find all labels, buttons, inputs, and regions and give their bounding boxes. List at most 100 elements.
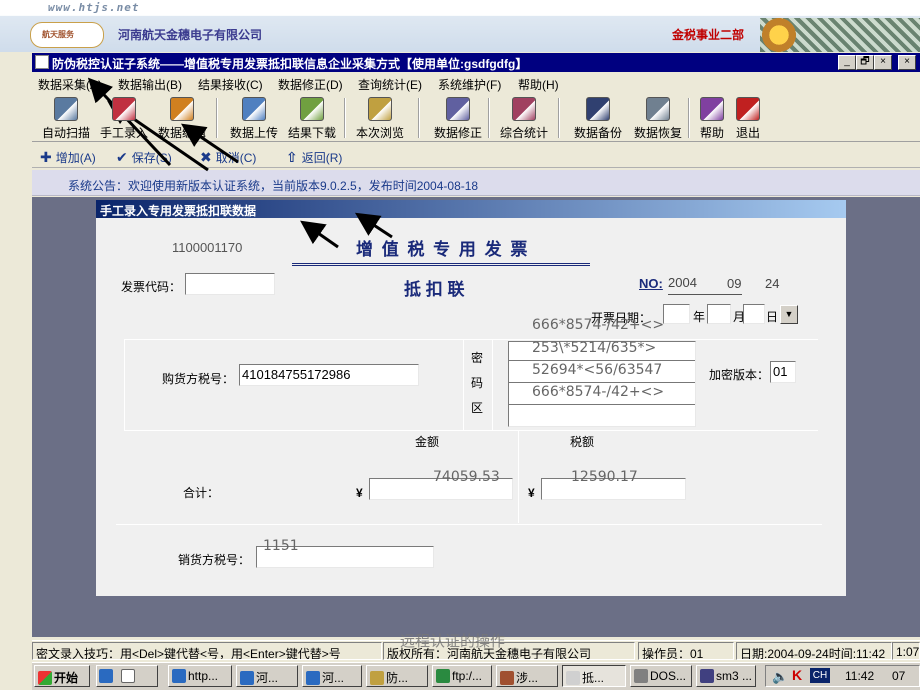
section-divider xyxy=(124,339,125,431)
correct-data-icon xyxy=(446,97,470,121)
cipher-line: 52694*<56/63547 xyxy=(532,362,663,378)
taskbar-task[interactable]: 抵... xyxy=(562,665,626,687)
exit-icon xyxy=(736,97,760,121)
taskbar-task[interactable]: 河... xyxy=(302,665,362,687)
cross-icon: ✖ xyxy=(200,149,212,165)
window-title: 防伪税控认证子系统——增值税专用发票抵扣联信息企业采集方式【使用单位:gsdfg… xyxy=(32,53,920,72)
status-tip: 密文录入技巧：用<Del>键代替<号，用<Enter>键代替>号 xyxy=(32,642,382,660)
taskbar-task[interactable]: 防... xyxy=(366,665,428,687)
desktop-icon[interactable] xyxy=(121,669,135,683)
status-datetime: 日期:2004-09-24时间:11:42 xyxy=(736,642,892,660)
download-icon xyxy=(300,97,324,121)
upload-icon xyxy=(242,97,266,121)
date-day-input[interactable] xyxy=(743,304,765,324)
task-app-icon xyxy=(306,671,320,685)
year-unit: 年 xyxy=(693,310,706,324)
date-dropdown-button[interactable]: ▼ xyxy=(780,305,798,324)
status-operator: 操作员：01 xyxy=(638,642,734,660)
section-divider xyxy=(463,339,464,431)
taskbar-task[interactable]: 涉... xyxy=(496,665,558,687)
date-year-input[interactable] xyxy=(663,304,690,324)
close-button[interactable]: × xyxy=(874,55,892,70)
section-divider xyxy=(124,339,818,340)
k-icon[interactable]: K xyxy=(792,667,806,683)
currency-symbol: ¥ xyxy=(356,486,363,500)
date-month-input[interactable] xyxy=(707,304,731,324)
cancel-button[interactable]: ✖ 取消(C) xyxy=(200,149,256,166)
section-divider xyxy=(124,430,818,431)
tax-header: 税额 xyxy=(570,435,595,449)
toolbar-button-11[interactable]: 退出 xyxy=(730,97,766,141)
ie-icon[interactable] xyxy=(99,669,113,683)
site-url: www.htjs.net xyxy=(48,1,140,14)
task-app-icon xyxy=(370,671,384,685)
status-extra: 1:07 xyxy=(892,642,920,660)
ime-indicator[interactable]: CH xyxy=(810,668,830,683)
taskbar-task[interactable]: sm3 ... xyxy=(696,665,756,687)
menu-result-receive[interactable]: 结果接收(C) xyxy=(198,76,263,93)
quick-launch xyxy=(96,665,158,687)
toolbar-button-5[interactable]: 本次浏览 xyxy=(350,97,410,141)
invoice-number-extra: 09 xyxy=(727,276,742,291)
manual-entry-icon xyxy=(112,97,136,121)
slide-caption: 远程认证的操作 xyxy=(400,633,506,650)
cipher-label: 密 xyxy=(471,351,484,365)
toolbar-separator xyxy=(558,98,560,138)
cipher-line-divider xyxy=(509,382,695,383)
heading-underline xyxy=(292,263,590,266)
speaker-icon[interactable]: 🔈 xyxy=(772,669,788,685)
windows-logo-icon xyxy=(38,671,52,685)
taskbar-task[interactable]: ftp:/... xyxy=(432,665,492,687)
minimize-button[interactable]: _ xyxy=(838,55,856,70)
app-icon xyxy=(35,55,49,69)
toolbar-button-6[interactable]: 数据修正 xyxy=(428,97,488,141)
cipher-label: 区 xyxy=(471,401,484,415)
toolbar-separator xyxy=(344,98,346,138)
menu-data-collect[interactable]: 数据采集(A) xyxy=(38,76,102,93)
menu-data-correct[interactable]: 数据修正(D) xyxy=(278,76,343,93)
back-button[interactable]: ⇧ 返回(R) xyxy=(286,149,342,166)
start-button[interactable]: 开始 xyxy=(34,665,90,687)
toolbar-button-9[interactable]: 数据恢复 xyxy=(628,97,688,141)
toolbar-button-7[interactable]: 综合统计 xyxy=(494,97,554,141)
toolbar-button-8[interactable]: 数据备份 xyxy=(568,97,628,141)
clock: 11:42 xyxy=(845,669,875,683)
taskbar-task[interactable]: 河... xyxy=(236,665,298,687)
toolbar-button-4[interactable]: 结果下载 xyxy=(282,97,342,141)
no-label: NO: xyxy=(639,276,663,291)
cipher-line: 666*8574-/42+<> xyxy=(532,317,665,333)
menu-system-maintain[interactable]: 系统维护(F) xyxy=(438,76,501,93)
total-tax-value: 12590.17 xyxy=(571,469,638,485)
toolbar-button-3[interactable]: 数据上传 xyxy=(224,97,284,141)
save-button[interactable]: ✔ 保存(S) xyxy=(116,149,172,166)
task-app-icon xyxy=(240,671,254,685)
cipher-line: 666*8574-/42+<> xyxy=(532,384,665,400)
amount-header: 金额 xyxy=(415,435,440,449)
encrypt-version-input[interactable]: 01 xyxy=(770,361,796,383)
add-button[interactable]: ✚ 增加(A) xyxy=(40,149,96,166)
section-divider xyxy=(116,524,822,525)
invoice-code-label: 发票代码： xyxy=(121,280,182,294)
outer-close-button[interactable]: × xyxy=(898,55,916,70)
up-arrow-icon: ⇧ xyxy=(286,149,298,165)
restore-button[interactable]: 🗗 xyxy=(856,55,874,70)
task-app-icon xyxy=(700,669,714,683)
invoice-code-input[interactable] xyxy=(185,273,275,295)
toolbar-separator xyxy=(688,98,690,138)
toolbar-button-0[interactable]: 自动扫描 xyxy=(36,97,96,141)
toolbar-button-1[interactable]: 手工录入 xyxy=(94,97,154,141)
taskbar-task[interactable]: http... xyxy=(168,665,232,687)
toolbar-button-10[interactable]: 帮助 xyxy=(694,97,730,141)
menu-data-output[interactable]: 数据输出(B) xyxy=(118,76,182,93)
taskbar-task[interactable]: DOS... xyxy=(630,665,692,687)
scanner-icon xyxy=(54,97,78,121)
division-name: 金税事业二部 xyxy=(672,28,745,42)
backup-icon xyxy=(586,97,610,121)
statistics-icon xyxy=(512,97,536,121)
menu-help[interactable]: 帮助(H) xyxy=(518,76,559,93)
seller-tax-value: 1151 xyxy=(263,538,299,554)
toolbar-button-2[interactable]: 数据编辑 xyxy=(152,97,212,141)
buyer-tax-input[interactable]: 410184755172986 xyxy=(239,364,419,386)
menu-query-stats[interactable]: 查询统计(E) xyxy=(358,76,422,93)
invoice-number-extra-2: 24 xyxy=(765,276,780,291)
